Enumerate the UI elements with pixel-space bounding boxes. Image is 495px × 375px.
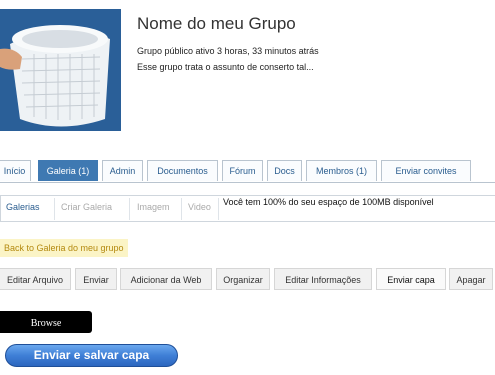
subnav-separator: [129, 198, 130, 220]
submit-save-cover-button[interactable]: Enviar e salvar capa: [5, 344, 178, 367]
tab-divider: [0, 182, 495, 183]
action-editar-arquivo[interactable]: Editar Arquivo: [0, 268, 71, 290]
subnav-separator: [181, 198, 182, 220]
action-apagar[interactable]: Apagar: [449, 268, 493, 290]
action-organizar[interactable]: Organizar: [216, 268, 270, 290]
subnav-criar-galeria: Criar Galeria: [61, 202, 113, 212]
group-avatar: [0, 9, 121, 131]
action-adicionar-da-web[interactable]: Adicionar da Web: [120, 268, 212, 290]
tab-galeria[interactable]: Galeria (1): [38, 160, 98, 181]
subnav-separator: [218, 198, 219, 220]
subnav-video: Video: [188, 202, 211, 212]
subnav-separator: [54, 198, 55, 220]
browse-button[interactable]: Browse: [0, 311, 92, 333]
group-status: Grupo público ativo 3 horas, 33 minutos …: [137, 46, 319, 56]
tab-inicio[interactable]: Início: [0, 160, 31, 181]
tab-forum[interactable]: Fórum: [222, 160, 263, 181]
action-enviar-capa[interactable]: Enviar capa: [376, 268, 446, 290]
subnav-galerias[interactable]: Galerias: [6, 202, 40, 212]
action-enviar[interactable]: Enviar: [75, 268, 117, 290]
tab-membros[interactable]: Membros (1): [306, 160, 377, 181]
group-description: Esse grupo trata o assunto de conserto t…: [137, 62, 314, 72]
group-tabs: Início Galeria (1) Admin Documentos Fóru…: [0, 160, 495, 182]
group-title: Nome do meu Grupo: [137, 14, 296, 33]
storage-quota-text: Você tem 100% do seu espaço de 100MB dis…: [223, 197, 434, 207]
back-to-gallery-link[interactable]: Back to Galeria do meu grupo: [0, 239, 128, 257]
subnav-imagem: Imagem: [137, 202, 170, 212]
tab-docs[interactable]: Docs: [267, 160, 302, 181]
tab-admin[interactable]: Admin: [102, 160, 143, 181]
gallery-actions: Editar Arquivo Enviar Adicionar da Web O…: [0, 268, 495, 290]
tab-documentos[interactable]: Documentos: [147, 160, 218, 181]
action-editar-informacoes[interactable]: Editar Informações: [274, 268, 372, 290]
tab-enviar-convites[interactable]: Enviar convites: [381, 160, 471, 181]
gallery-subnav: Galerias Criar Galeria Imagem Video Você…: [0, 195, 495, 222]
